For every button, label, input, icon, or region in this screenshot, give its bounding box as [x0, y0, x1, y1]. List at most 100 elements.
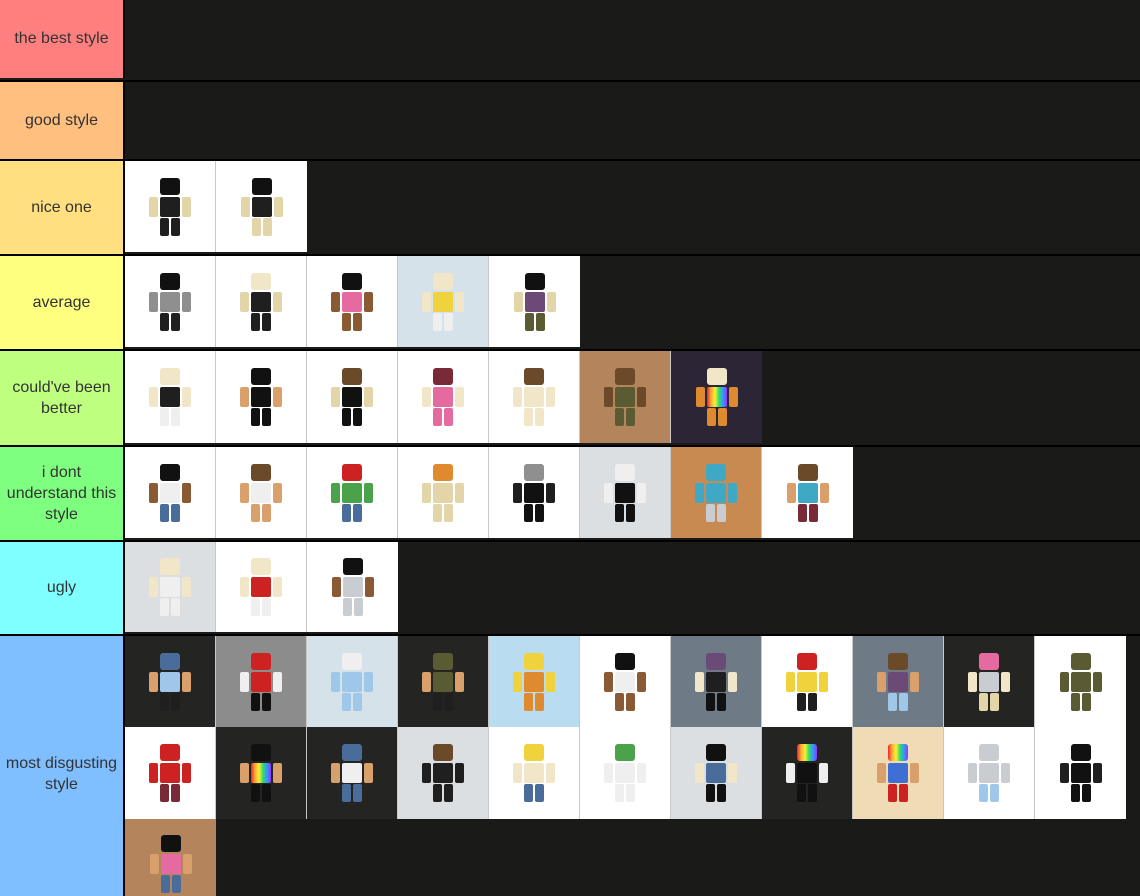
avatar-leg-right: [262, 598, 271, 616]
tier-items-5[interactable]: [125, 447, 1140, 538]
tier-item[interactable]: [398, 256, 489, 347]
avatar-head: [797, 463, 818, 481]
tier-item[interactable]: [398, 351, 489, 443]
tier-items-2[interactable]: [125, 161, 1140, 252]
pink-hair-cat-avatar-thumbnail: [944, 636, 1034, 728]
tier-item[interactable]: [580, 351, 671, 443]
avatar-head: [706, 368, 727, 385]
tier-item[interactable]: [216, 447, 307, 538]
tier-item[interactable]: [671, 636, 762, 728]
tier-item[interactable]: [489, 256, 580, 347]
avatar-head: [342, 272, 362, 290]
tier-item[interactable]: [398, 636, 489, 728]
avatar-leg-right: [262, 312, 271, 331]
tier-item[interactable]: [307, 447, 398, 538]
tier-item-line: [125, 351, 1140, 443]
tier-item[interactable]: [307, 636, 398, 728]
avatar-leg-right: [262, 692, 271, 711]
avatar-torso: [160, 196, 180, 217]
tier-label-0[interactable]: the best style: [0, 0, 125, 78]
tier-items-3[interactable]: [125, 256, 1140, 347]
tier-item[interactable]: [1035, 636, 1126, 728]
tier-item[interactable]: [944, 636, 1035, 728]
tier-items-7[interactable]: [125, 636, 1140, 896]
avatar-arm-left: [1059, 762, 1069, 783]
tier-item[interactable]: [125, 447, 216, 538]
tier-item[interactable]: [1035, 727, 1126, 819]
tier-item-line: [125, 82, 1140, 157]
avatar-leg-left: [615, 692, 624, 711]
tier-item[interactable]: [307, 727, 398, 819]
tier-item[interactable]: [853, 636, 944, 728]
tier-item[interactable]: [307, 256, 398, 347]
tier-item[interactable]: [125, 161, 216, 252]
tier-item[interactable]: [489, 727, 580, 819]
tier-item[interactable]: [671, 447, 762, 538]
avatar-torso: [797, 482, 818, 503]
tier-item[interactable]: [216, 351, 307, 443]
avatar-arm-right: [910, 762, 919, 783]
avatar-leg-right: [262, 408, 271, 426]
pink-crop-top-denim-thumbnail: [307, 256, 397, 347]
tier-items-6[interactable]: [125, 542, 1140, 632]
tier-item[interactable]: [125, 256, 216, 347]
tier-item[interactable]: [216, 256, 307, 347]
black-hair-blue-shirt-thumbnail: [671, 727, 761, 819]
tier-items-0[interactable]: [125, 0, 1140, 78]
tier-item[interactable]: [671, 351, 762, 443]
grey-cat-hood-blue-dress-thumbnail: [944, 727, 1034, 819]
avatar-torso: [524, 387, 544, 407]
tier-item-line: [125, 636, 1140, 728]
tier-item[interactable]: [125, 351, 216, 443]
avatar-leg-right: [353, 598, 363, 616]
tier-item[interactable]: [671, 727, 762, 819]
tier-item[interactable]: [489, 636, 580, 728]
avatar-arm-right: [546, 482, 555, 503]
tier-item[interactable]: [216, 636, 307, 728]
tier-item[interactable]: [125, 818, 216, 896]
tier-item[interactable]: [125, 727, 216, 819]
tier-item[interactable]: [944, 727, 1035, 819]
tier-item[interactable]: [398, 727, 489, 819]
blonde-hoodie-shorts-thumbnail: [489, 727, 579, 819]
tier-item[interactable]: [307, 351, 398, 443]
avatar-head: [433, 652, 453, 670]
tier-list-app: TIERMAKER the best stylegood stylenice o…: [0, 0, 1140, 896]
tier-items-1[interactable]: [125, 82, 1140, 157]
tier-item[interactable]: [489, 447, 580, 538]
tier-item[interactable]: [580, 636, 671, 728]
tier-label-5[interactable]: i dont understand this style: [0, 447, 125, 540]
tier-label-7[interactable]: most disgusting style: [0, 636, 125, 896]
tier-items-4[interactable]: [125, 351, 1140, 443]
tier-item[interactable]: [762, 447, 853, 538]
tier-item[interactable]: [125, 542, 216, 632]
tier-row-5: i dont understand this style: [0, 445, 1140, 540]
avatar-arm-right: [182, 577, 191, 597]
tier-item[interactable]: [125, 636, 216, 728]
avatar-arm-left: [240, 577, 249, 597]
tier-item[interactable]: [580, 447, 671, 538]
tier-label-1[interactable]: good style: [0, 82, 125, 159]
tier-item[interactable]: [489, 351, 580, 443]
tier-item[interactable]: [216, 161, 307, 252]
tier-item[interactable]: [398, 447, 489, 538]
tier-label-3[interactable]: average: [0, 256, 125, 349]
grey-hoodie-black-pants-thumbnail: [125, 256, 215, 347]
tier-item[interactable]: [307, 542, 398, 632]
tier-label-4[interactable]: could've been better: [0, 351, 125, 445]
tier-item[interactable]: [216, 727, 307, 819]
avatar-torso: [433, 291, 453, 312]
red-star-shirt-cap-thumbnail: [216, 636, 306, 728]
avatar-arm-left: [331, 577, 341, 597]
tier-item[interactable]: [762, 636, 853, 728]
tier-item[interactable]: [580, 727, 671, 819]
avatar-leg-right: [535, 783, 544, 802]
tier-item[interactable]: [216, 542, 307, 632]
red-coca-cola-outfit-thumbnail: [125, 727, 215, 819]
tier-item[interactable]: [762, 727, 853, 819]
black-winged-gold-outfit-thumbnail: [125, 161, 215, 252]
tier-label-6[interactable]: ugly: [0, 542, 125, 634]
tier-item[interactable]: [853, 727, 944, 819]
avatar-figure: [240, 368, 282, 426]
tier-label-2[interactable]: nice one: [0, 161, 125, 254]
